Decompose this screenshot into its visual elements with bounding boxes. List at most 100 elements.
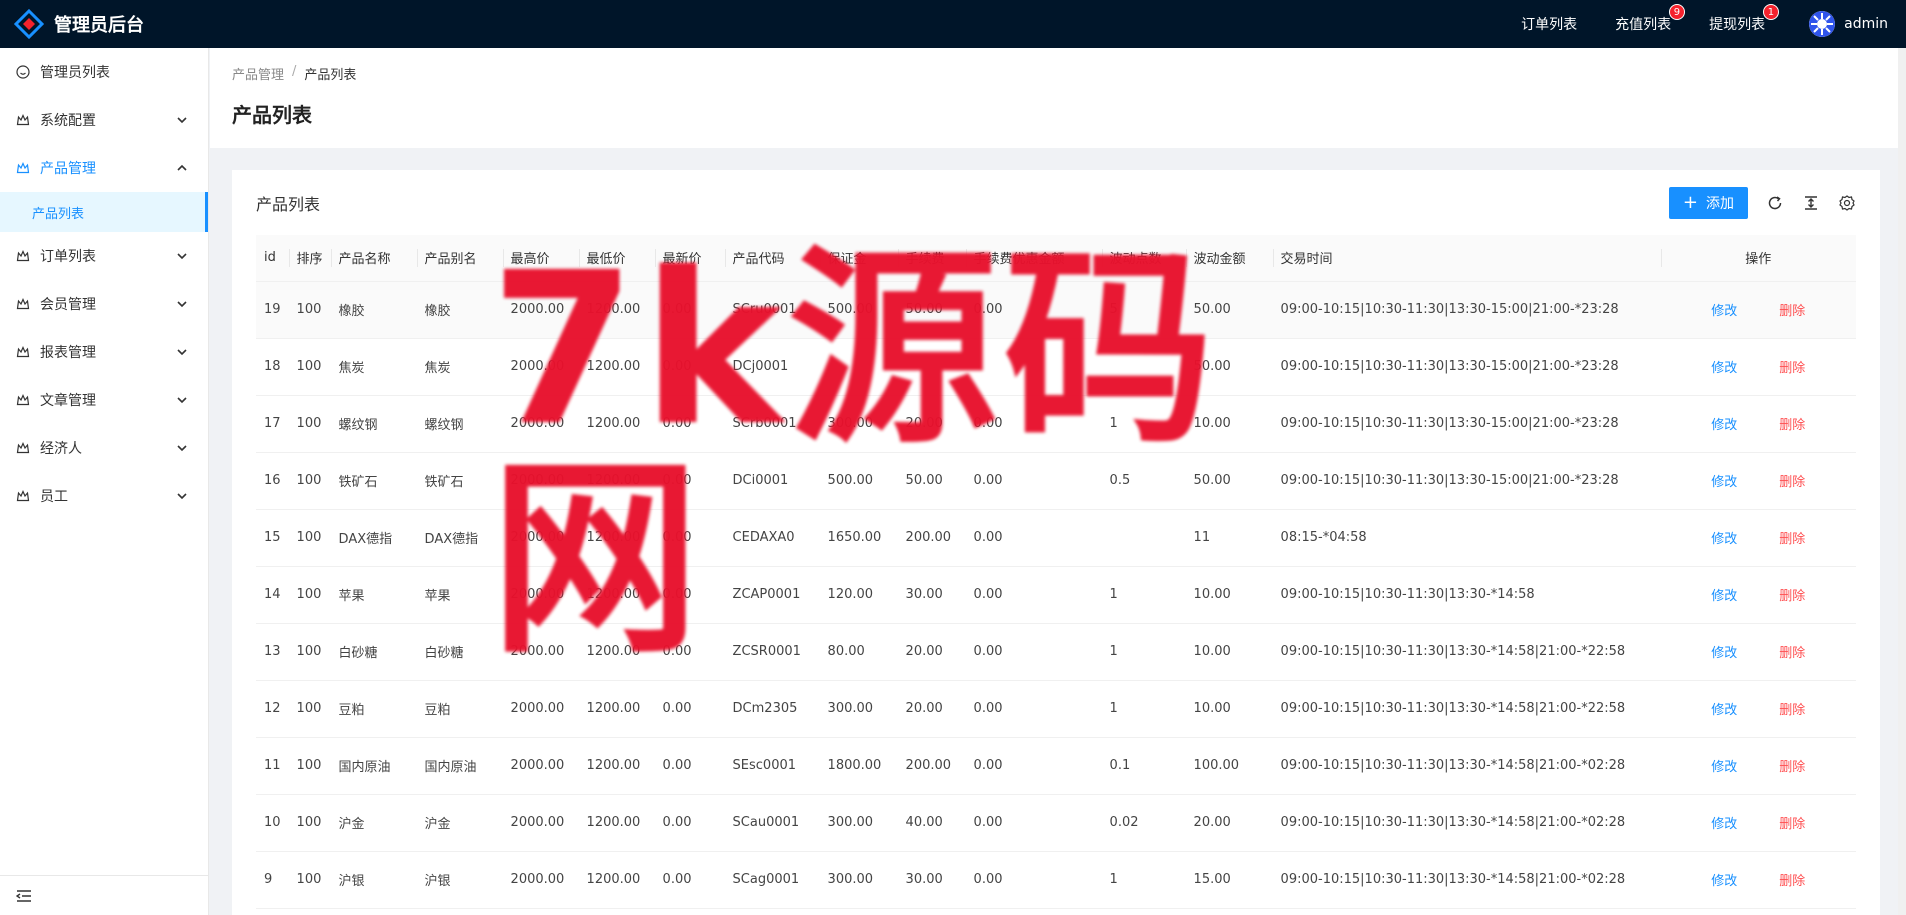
- table-cell: SEsc0001: [724, 737, 820, 795]
- edit-link[interactable]: 修改: [1711, 646, 1737, 661]
- table-cell: 20.00: [897, 680, 966, 738]
- crown-icon: [16, 297, 30, 311]
- table-cell: 0.00: [965, 395, 1102, 453]
- orders-link[interactable]: 订单列表: [1521, 14, 1577, 34]
- table-cell: 沪银: [416, 851, 503, 909]
- sidebar-item-system-config[interactable]: 系统配置: [0, 96, 208, 144]
- menu-fold-icon: [16, 889, 31, 902]
- sidebar-item-label: 报表管理: [40, 345, 96, 361]
- column-header: 手续费: [897, 235, 966, 282]
- delete-link[interactable]: 删除: [1779, 304, 1805, 319]
- table-cell: 40.00: [897, 794, 966, 852]
- edit-link[interactable]: 修改: [1711, 817, 1737, 832]
- table-cell: 0.00: [654, 851, 725, 909]
- table-cell: 1200.00: [578, 623, 655, 681]
- delete-link[interactable]: 删除: [1779, 817, 1805, 832]
- delete-link[interactable]: 删除: [1779, 361, 1805, 376]
- breadcrumb-parent[interactable]: 产品管理: [232, 64, 284, 83]
- table-cell: 09:00-10:15|10:30-11:30|13:30-*14:58|21:…: [1272, 794, 1661, 852]
- table-row: 11 100 国内原油 国内原油 2000.00 1200.00 0.00 SEsc0001 1…: [256, 737, 1856, 795]
- table-cell: 0.00: [965, 281, 1102, 339]
- edit-link[interactable]: 修改: [1711, 361, 1737, 376]
- table-cell: 2000.00: [502, 794, 579, 852]
- table-cell: 19: [256, 281, 289, 339]
- table-cell: 100: [288, 281, 331, 339]
- edit-link[interactable]: 修改: [1711, 418, 1737, 433]
- table-header-row: id 排序 产品名称 产品别名 最高价 最低价 最新价 产品代码 保证金 手续费…: [256, 235, 1856, 282]
- edit-link[interactable]: 修改: [1711, 532, 1737, 547]
- add-button[interactable]: + 添加: [1668, 186, 1748, 219]
- settings-icon[interactable]: [1838, 194, 1856, 212]
- sidebar-subitem-product-list[interactable]: 产品列表: [0, 192, 208, 232]
- edit-link[interactable]: 修改: [1711, 589, 1737, 604]
- column-height-icon[interactable]: [1802, 194, 1820, 212]
- delete-link[interactable]: 删除: [1779, 589, 1805, 604]
- table-cell: 100: [288, 794, 331, 852]
- sidebar-item-members[interactable]: 会员管理: [0, 280, 208, 328]
- delete-link[interactable]: 删除: [1779, 475, 1805, 490]
- column-header: 手续费优惠金额: [965, 235, 1102, 282]
- table-cell: 橡胶: [330, 281, 417, 339]
- table-cell: 10.00: [1185, 566, 1273, 624]
- table-cell: 0.00: [965, 794, 1102, 852]
- sidebar-item-reports[interactable]: 报表管理: [0, 328, 208, 376]
- table-cell: DAX德指: [330, 509, 417, 567]
- delete-link[interactable]: 删除: [1779, 760, 1805, 775]
- recharge-link[interactable]: 充值列表 9: [1615, 4, 1686, 34]
- withdraw-link[interactable]: 提现列表 1: [1709, 4, 1780, 34]
- table-cell: 焦炭: [416, 338, 503, 396]
- table-cell: 2000.00: [502, 623, 579, 681]
- sidebar-item-admins[interactable]: 管理员列表: [0, 48, 208, 96]
- table-row: 16 100 铁矿石 铁矿石 2000.00 1200.00 0.00 DCi0001 500.…: [256, 452, 1856, 510]
- edit-link[interactable]: 修改: [1711, 304, 1737, 319]
- table-cell: [819, 338, 898, 396]
- table-cell: 15: [256, 509, 289, 567]
- table-cell: 0.00: [654, 281, 725, 339]
- sidebar-item-brokers[interactable]: 经济人: [0, 424, 208, 472]
- delete-link[interactable]: 删除: [1779, 874, 1805, 889]
- user-menu[interactable]: admin: [1809, 11, 1888, 37]
- crown-icon: [16, 161, 30, 175]
- page-title: 产品列表: [232, 103, 312, 127]
- table-cell: 100: [288, 680, 331, 738]
- crown-icon: [16, 441, 30, 455]
- sidebar-collapse-button[interactable]: [0, 875, 208, 915]
- table-row: 13 100 白砂糖 白砂糖 2000.00 1200.00 0.00 ZCSR0001 80.…: [256, 623, 1856, 681]
- table-cell: 09:00-10:15|10:30-11:30|13:30-*14:58|21:…: [1272, 623, 1661, 681]
- edit-link[interactable]: 修改: [1711, 760, 1737, 775]
- table-cell: 0.00: [965, 623, 1102, 681]
- table-cell: 12: [256, 680, 289, 738]
- delete-link[interactable]: 删除: [1779, 646, 1805, 661]
- edit-link[interactable]: 修改: [1711, 475, 1737, 490]
- sidebar-item-orders[interactable]: 订单列表: [0, 232, 208, 280]
- table-cell: 80.00: [819, 623, 898, 681]
- delete-link[interactable]: 删除: [1779, 418, 1805, 433]
- table-cell: 苹果: [416, 566, 503, 624]
- delete-link[interactable]: 删除: [1779, 532, 1805, 547]
- table-cell: 0.00: [654, 737, 725, 795]
- chevron-down-icon: [177, 301, 187, 308]
- table-cell: 50.00: [1185, 338, 1273, 396]
- column-header: 最低价: [578, 235, 655, 282]
- table-cell: 沪金: [416, 794, 503, 852]
- table-cell: 09:00-10:15|10:30-11:30|13:30-15:00|21:0…: [1272, 338, 1661, 396]
- avatar-icon: [1809, 11, 1836, 37]
- table-cell: ZCSR0001: [724, 623, 820, 681]
- table-cell: 沪银: [330, 851, 417, 909]
- table-cell: 1200.00: [578, 338, 655, 396]
- table-cell: 100: [288, 509, 331, 567]
- sidebar-item-articles[interactable]: 文章管理: [0, 376, 208, 424]
- reload-icon[interactable]: [1766, 194, 1784, 212]
- table-cell: ZCAP0001: [724, 566, 820, 624]
- row-actions: 修改 删除: [1660, 566, 1856, 624]
- brand[interactable]: 管理员后台: [0, 0, 144, 48]
- edit-link[interactable]: 修改: [1711, 703, 1737, 718]
- sidebar-item-products[interactable]: 产品管理: [0, 144, 208, 192]
- table-cell: [965, 338, 1102, 396]
- edit-link[interactable]: 修改: [1711, 874, 1737, 889]
- username: admin: [1844, 16, 1888, 32]
- table-row: 10 100 沪金 沪金 2000.00 1200.00 0.00 SCau0001 300.0…: [256, 794, 1856, 852]
- sidebar-item-staff[interactable]: 员工: [0, 472, 208, 520]
- delete-link[interactable]: 删除: [1779, 703, 1805, 718]
- page-scrollbar[interactable]: [1898, 48, 1906, 915]
